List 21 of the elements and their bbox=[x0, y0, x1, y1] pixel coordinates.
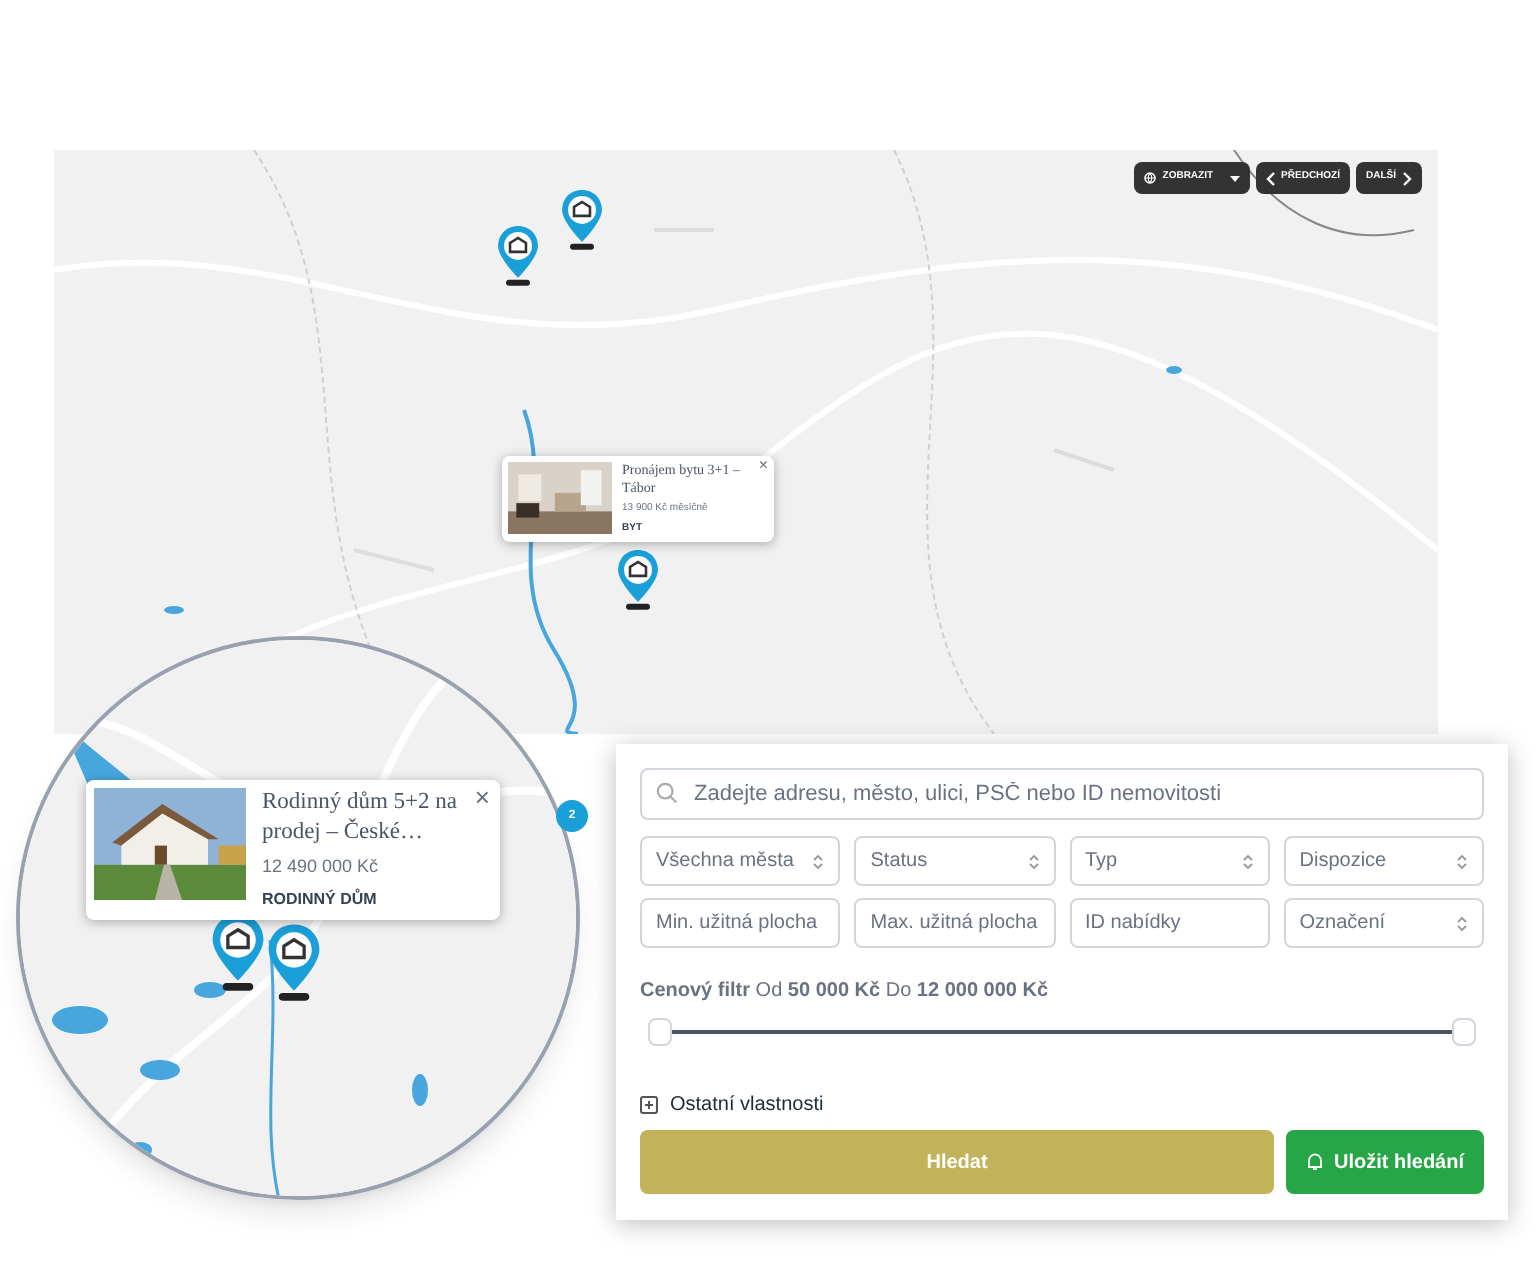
dropdown[interactable]: Typ bbox=[1069, 836, 1270, 886]
expand-toggle[interactable]: Ostatní vlastnosti bbox=[640, 1090, 824, 1120]
dropdown[interactable]: Dispozice bbox=[1283, 836, 1484, 886]
save-search-button[interactable]: Uložit hledání bbox=[1286, 1130, 1484, 1194]
up-down-caret-icon bbox=[1456, 853, 1468, 869]
dropdown[interactable]: Status bbox=[854, 836, 1055, 886]
price-filter-label: Cenový filtr Od 50 000 Kč Do 12 000 000 Kč bbox=[640, 978, 1051, 1006]
up-down-caret-icon bbox=[1456, 915, 1468, 931]
slider-handle[interactable] bbox=[1452, 1018, 1476, 1046]
input-field[interactable]: ID nabídky bbox=[1069, 898, 1270, 948]
search-icon bbox=[656, 782, 678, 804]
dropdown[interactable]: Označení bbox=[1283, 898, 1484, 948]
input-field[interactable]: Min. užitná plocha bbox=[640, 898, 841, 948]
up-down-caret-icon bbox=[1241, 853, 1254, 869]
slider-handle[interactable] bbox=[648, 1018, 672, 1046]
up-down-caret-icon bbox=[812, 853, 825, 869]
up-down-caret-icon bbox=[1027, 853, 1039, 869]
bell-icon bbox=[1306, 1152, 1324, 1172]
dropdown[interactable]: Všechna města bbox=[640, 836, 841, 886]
plus-box-icon bbox=[640, 1096, 658, 1114]
input-field[interactable]: Max. užitná plocha bbox=[854, 898, 1055, 948]
